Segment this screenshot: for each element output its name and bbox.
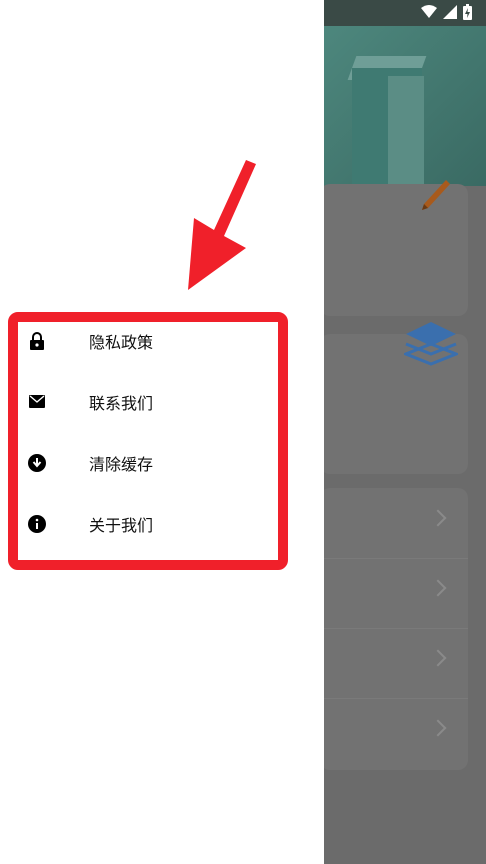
chevron-right-icon (429, 509, 447, 527)
settings-list (320, 488, 468, 770)
annotation-arrow-icon (188, 160, 256, 290)
layers-icon (404, 322, 458, 366)
signal-icon (443, 5, 457, 19)
list-item (320, 628, 468, 699)
chevron-right-icon (429, 649, 447, 667)
battery-icon (463, 4, 472, 20)
list-item (320, 698, 468, 768)
list-item (320, 488, 468, 559)
status-icons (421, 4, 472, 20)
chevron-right-icon (429, 719, 447, 737)
chevron-right-icon (429, 579, 447, 597)
wifi-icon (421, 5, 437, 18)
pencil-icon (422, 180, 450, 210)
highlight-box (8, 312, 288, 570)
list-item (320, 558, 468, 629)
